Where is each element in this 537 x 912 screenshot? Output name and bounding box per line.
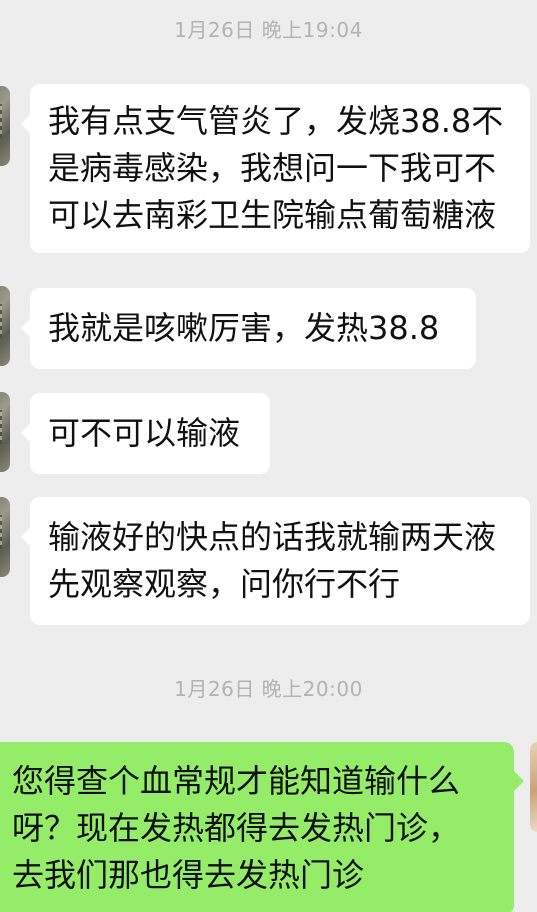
- message-text-line: 呀？现在发热都得去发热门诊，: [12, 809, 461, 847]
- message-bubble-outgoing[interactable]: 您得查个血常规才能知道输什么 呀？现在发热都得去发热门诊， 去我们那也得去发热门…: [0, 742, 524, 912]
- message-bubble-incoming[interactable]: 输液好的快点的话我就输两天液 先观察观察，问你行不行: [21, 497, 530, 625]
- timestamp: 1月26日 晚上20:00: [174, 677, 363, 701]
- contact-avatar-icon[interactable]: [0, 86, 10, 166]
- timestamp: 1月26日 晚上19:04: [174, 18, 363, 42]
- message-bubble-incoming[interactable]: 可不可以输液: [21, 393, 270, 474]
- message-text-line: 我就是咳嗽厉害，发热38.8: [48, 309, 440, 347]
- chat-window: 1月26日 晚上19:04 我有点支气管炎了，发烧38.8不 是病毒感染，我想问…: [0, 0, 537, 912]
- contact-avatar-icon[interactable]: [0, 497, 10, 577]
- message-text-line: 可不可以输液: [48, 414, 241, 452]
- message-bubble-incoming[interactable]: 我有点支气管炎了，发烧38.8不 是病毒感染，我想问一下我可不 可以去南彩卫生院…: [21, 84, 530, 253]
- message-text-line: 我有点支气管炎了，发烧38.8不: [48, 102, 504, 140]
- message-text-line: 输液好的快点的话我就输两天液: [48, 518, 497, 556]
- self-avatar-icon[interactable]: [530, 742, 537, 832]
- message-text-line: 是病毒感染，我想问一下我可不: [48, 149, 497, 187]
- message-text-line: 去我们那也得去发热门诊: [12, 856, 365, 894]
- message-bubble-incoming[interactable]: 我就是咳嗽厉害，发热38.8: [21, 288, 476, 369]
- contact-avatar-icon[interactable]: [0, 392, 10, 472]
- contact-avatar-icon[interactable]: [0, 286, 10, 366]
- message-text-line: 您得查个血常规才能知道输什么: [12, 762, 461, 800]
- message-text-line: 可以去南彩卫生院输点葡萄糖液: [48, 196, 497, 234]
- message-text-line: 先观察观察，问你行不行: [48, 565, 401, 603]
